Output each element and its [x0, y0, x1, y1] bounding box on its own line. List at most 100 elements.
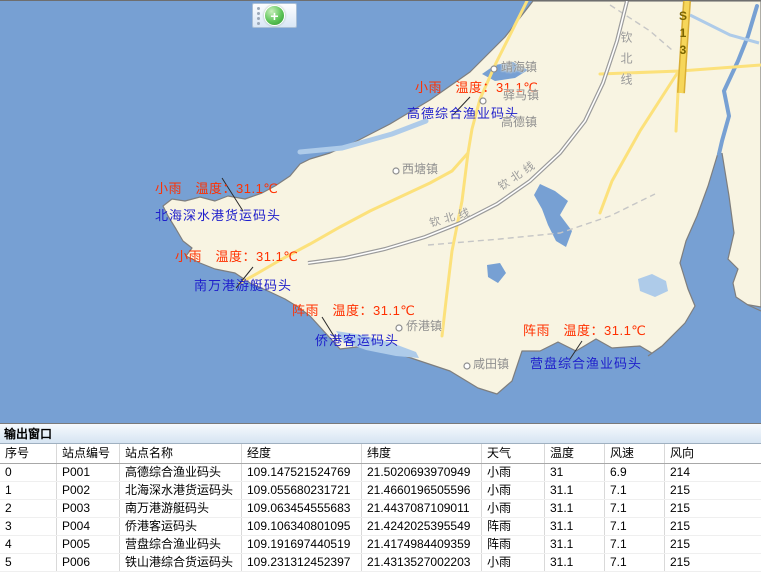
- table-cell: 31.1: [545, 554, 605, 571]
- table-cell: 31.1: [545, 518, 605, 535]
- map-canvas[interactable]: 小雨 温度：31.1℃高德综合渔业码头小雨 温度：31.1℃北海深水港货运码头小…: [0, 1, 761, 423]
- table-cell: 21.4242025395549: [362, 518, 482, 535]
- road-shield-char: 1: [676, 26, 690, 40]
- table-cell: 31.1: [545, 482, 605, 499]
- table-row[interactable]: 3P004侨港客运码头109.10634080109521.4242025395…: [0, 518, 761, 536]
- road-shield-s13: S 1 3: [676, 9, 690, 57]
- table-cell: 109.147521524769: [242, 464, 362, 481]
- table-cell: 小雨: [482, 482, 545, 499]
- table-cell: 南万港游艇码头: [120, 500, 242, 517]
- table-cell: 109.055680231721: [242, 482, 362, 499]
- map-label-town: 西塘镇: [402, 163, 438, 175]
- column-header[interactable]: 风速: [605, 444, 665, 463]
- table-cell: 5: [0, 554, 57, 571]
- app-window: 小雨 温度：31.1℃高德综合渔业码头小雨 温度：31.1℃北海深水港货运码头小…: [0, 0, 761, 572]
- map-label-weather: 小雨 温度：31.1℃: [175, 250, 298, 263]
- table-cell: 阵雨: [482, 536, 545, 553]
- stations-table: 序号站点编号站点名称经度纬度天气温度风速风向 0P001高德综合渔业码头109.…: [0, 444, 761, 572]
- table-row[interactable]: 1P002北海深水港货运码头109.05568023172121.4660196…: [0, 482, 761, 500]
- table-cell: 阵雨: [482, 518, 545, 535]
- map-label-railv: 钦北线: [620, 31, 632, 94]
- table-cell: 21.4313527002203: [362, 554, 482, 571]
- table-cell: 小雨: [482, 554, 545, 571]
- map-label-weather: 阵雨 温度：31.1℃: [523, 324, 646, 337]
- map-label-dock: 营盘综合渔业码头: [530, 357, 642, 370]
- table-row[interactable]: 2P003南万港游艇码头109.06345455568321.443708710…: [0, 500, 761, 518]
- table-cell: 214: [665, 464, 761, 481]
- table-cell: 109.106340801095: [242, 518, 362, 535]
- panel-title-text: 输出窗口: [4, 425, 52, 442]
- table-cell: 109.063454555683: [242, 500, 362, 517]
- table-row[interactable]: 0P001高德综合渔业码头109.14752152476921.50206939…: [0, 464, 761, 482]
- toolbar-grip-handle[interactable]: [257, 7, 260, 25]
- map-label-town: 靖海镇: [501, 61, 537, 73]
- table-cell: 21.4437087109011: [362, 500, 482, 517]
- map-label-weather: 小雨 温度：31.1℃: [155, 182, 278, 195]
- table-cell: 7.1: [605, 536, 665, 553]
- table-cell: 31.1: [545, 536, 605, 553]
- table-cell: 31: [545, 464, 605, 481]
- table-row[interactable]: 5P006铁山港综合货运码头109.23131245239721.4313527…: [0, 554, 761, 572]
- table-cell: 4: [0, 536, 57, 553]
- map-basemap: [0, 1, 761, 423]
- table-cell: 1: [0, 482, 57, 499]
- table-cell: P001: [57, 464, 120, 481]
- road-shield-char: S: [676, 9, 690, 23]
- map-label-town: 咸田镇: [473, 358, 509, 370]
- map-label-dock: 北海深水港货运码头: [155, 209, 281, 222]
- column-header[interactable]: 温度: [545, 444, 605, 463]
- table-cell: P003: [57, 500, 120, 517]
- table-cell: P002: [57, 482, 120, 499]
- table-cell: 7.1: [605, 482, 665, 499]
- table-cell: P004: [57, 518, 120, 535]
- table-cell: 2: [0, 500, 57, 517]
- table-cell: 7.1: [605, 554, 665, 571]
- add-overlay-button[interactable]: +: [264, 5, 285, 26]
- column-header[interactable]: 序号: [0, 444, 57, 463]
- table-row[interactable]: 4P005营盘综合渔业码头109.19169744051921.41749844…: [0, 536, 761, 554]
- table-cell: 小雨: [482, 500, 545, 517]
- table-cell: P005: [57, 536, 120, 553]
- table-header-row: 序号站点编号站点名称经度纬度天气温度风速风向: [0, 444, 761, 464]
- map-label-town: 驿马镇: [503, 89, 539, 101]
- table-cell: 7.1: [605, 500, 665, 517]
- output-panel: 输出窗口 序号站点编号站点名称经度纬度天气温度风速风向 0P001高德综合渔业码…: [0, 423, 761, 572]
- column-header[interactable]: 站点名称: [120, 444, 242, 463]
- table-cell: 6.9: [605, 464, 665, 481]
- map-label-town: 侨港镇: [406, 320, 442, 332]
- table-cell: 215: [665, 482, 761, 499]
- map-label-town: 高德镇: [501, 116, 537, 128]
- column-header[interactable]: 风向: [665, 444, 761, 463]
- plus-icon: +: [270, 9, 278, 23]
- table-cell: 侨港客运码头: [120, 518, 242, 535]
- map-label-weather: 阵雨 温度：31.1℃: [292, 304, 415, 317]
- table-cell: 北海深水港货运码头: [120, 482, 242, 499]
- road-shield-char: 3: [676, 43, 690, 57]
- table-cell: 215: [665, 536, 761, 553]
- table-cell: 营盘综合渔业码头: [120, 536, 242, 553]
- map-label-dock: 南万港游艇码头: [194, 279, 292, 292]
- table-cell: 高德综合渔业码头: [120, 464, 242, 481]
- column-header[interactable]: 天气: [482, 444, 545, 463]
- table-cell: 0: [0, 464, 57, 481]
- table-body: 0P001高德综合渔业码头109.14752152476921.50206939…: [0, 464, 761, 572]
- table-cell: 21.4174984409359: [362, 536, 482, 553]
- table-cell: 215: [665, 518, 761, 535]
- column-header[interactable]: 站点编号: [57, 444, 120, 463]
- table-cell: 215: [665, 554, 761, 571]
- column-header[interactable]: 纬度: [362, 444, 482, 463]
- table-cell: 109.231312452397: [242, 554, 362, 571]
- table-cell: 21.5020693970949: [362, 464, 482, 481]
- output-window-titlebar: 输出窗口: [0, 423, 761, 444]
- table-cell: 109.191697440519: [242, 536, 362, 553]
- map-label-dock: 侨港客运码头: [315, 334, 399, 347]
- table-cell: 31.1: [545, 500, 605, 517]
- table-cell: 小雨: [482, 464, 545, 481]
- map-toolbar: +: [252, 3, 297, 28]
- column-header[interactable]: 经度: [242, 444, 362, 463]
- table-cell: 铁山港综合货运码头: [120, 554, 242, 571]
- table-cell: 3: [0, 518, 57, 535]
- table-cell: 21.4660196505596: [362, 482, 482, 499]
- table-cell: 215: [665, 500, 761, 517]
- table-cell: P006: [57, 554, 120, 571]
